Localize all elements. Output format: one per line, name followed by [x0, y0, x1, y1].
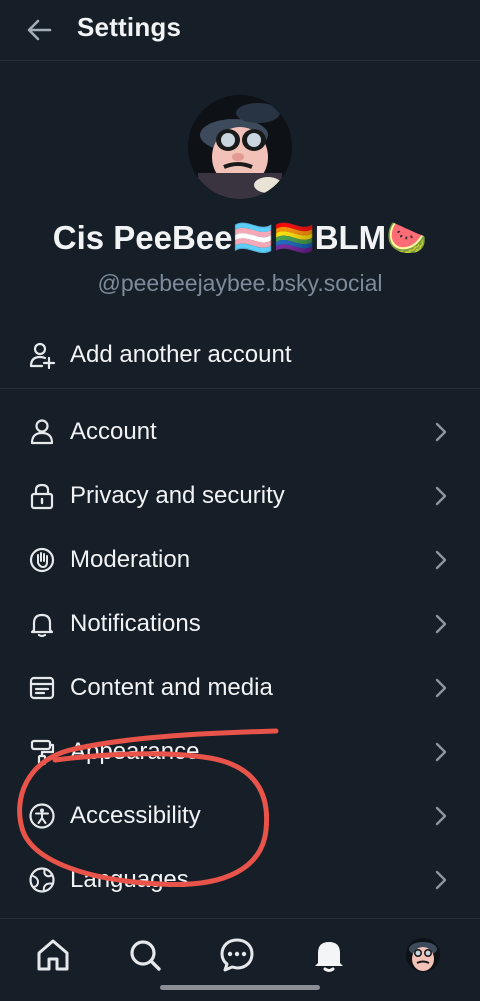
profile-avatar[interactable]: [188, 95, 292, 199]
chevron-right-icon: [435, 550, 447, 570]
profile-avatar-tab[interactable]: [403, 935, 443, 975]
bell-icon[interactable]: [309, 935, 349, 975]
settings-item-label: Account: [70, 418, 157, 445]
browser-window-icon: [29, 676, 55, 700]
home-indicator: [160, 985, 320, 990]
settings-item-label: Content and media: [70, 674, 273, 701]
divider: [0, 388, 480, 389]
chevron-right-icon: [435, 742, 447, 762]
chevron-right-icon: [435, 678, 447, 698]
settings-item-notifications[interactable]: Notifications: [0, 594, 480, 654]
home-icon[interactable]: [33, 935, 73, 975]
accessibility-icon: [29, 803, 55, 829]
globe-icon: [29, 867, 55, 893]
raised-hand-icon: [29, 547, 55, 573]
lock-icon: [30, 483, 54, 510]
settings-item-label: Appearance: [70, 738, 200, 765]
settings-item-account[interactable]: Account: [0, 402, 480, 462]
settings-item-label: Accessibility: [70, 802, 201, 829]
header: Settings: [0, 0, 480, 61]
chevron-right-icon: [435, 870, 447, 890]
settings-item-languages[interactable]: Languages: [0, 850, 480, 910]
settings-item-label: Privacy and security: [70, 482, 285, 509]
bell-icon: [30, 613, 54, 638]
search-icon[interactable]: [125, 935, 165, 975]
settings-item-label: Moderation: [70, 546, 191, 573]
page-title: Settings: [77, 12, 182, 42]
chevron-right-icon: [435, 614, 447, 634]
chevron-right-icon: [435, 422, 447, 442]
settings-item-privacy[interactable]: Privacy and security: [0, 466, 480, 526]
settings-item-label: Notifications: [70, 610, 201, 637]
back-arrow-icon[interactable]: [24, 14, 56, 46]
person-icon: [30, 419, 54, 445]
chevron-right-icon: [435, 486, 447, 506]
user-handle: @peebeejaybee.bsky.social: [97, 270, 383, 296]
chevron-right-icon: [435, 806, 447, 826]
chat-icon[interactable]: [217, 935, 257, 975]
add-account-button[interactable]: Add another account: [0, 325, 480, 385]
settings-item-moderation[interactable]: Moderation: [0, 530, 480, 590]
display-name: Cis PeeBee🏳️‍⚧️🏳️‍🌈BLM🍉: [52, 219, 428, 256]
paint-roller-icon: [30, 739, 55, 766]
add-person-icon: [29, 342, 56, 369]
add-account-label: Add another account: [70, 341, 292, 368]
settings-item-accessibility[interactable]: Accessibility: [0, 786, 480, 846]
settings-item-content-media[interactable]: Content and media: [0, 658, 480, 718]
settings-item-label: Languages: [70, 866, 189, 893]
settings-item-appearance[interactable]: Appearance: [0, 722, 480, 782]
